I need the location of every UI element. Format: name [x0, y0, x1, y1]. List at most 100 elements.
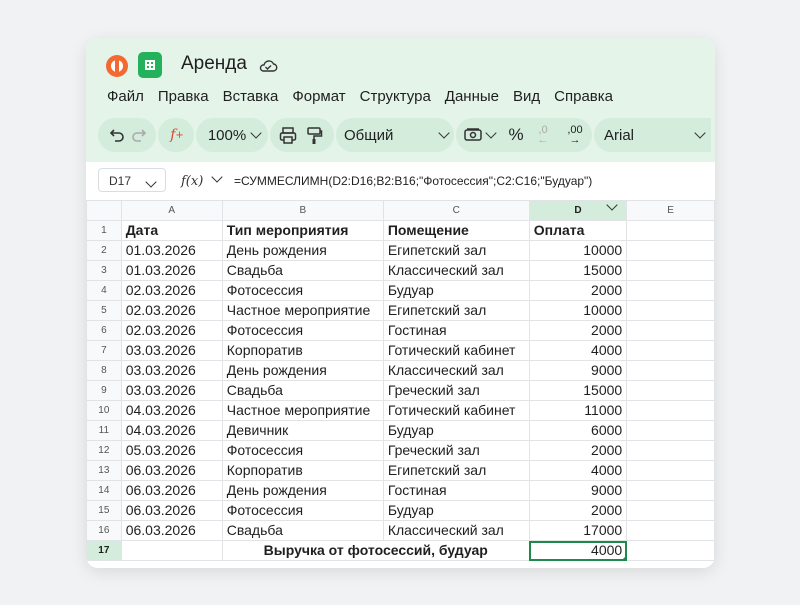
cell[interactable]: Фотосессия [221, 280, 384, 301]
column-header-c[interactable]: C [382, 200, 530, 221]
cell[interactable]: Свадьба [221, 380, 384, 401]
cell[interactable]: Египетский зал [382, 240, 530, 261]
cell[interactable]: 2000 [528, 280, 628, 301]
cell[interactable]: 05.03.2026 [120, 440, 223, 461]
row-header[interactable]: 14 [86, 480, 122, 501]
menu-insert[interactable]: Вставка [223, 88, 279, 105]
increase-decimal-button[interactable]: ,00 → [562, 118, 588, 152]
row-header[interactable]: 17 [86, 540, 122, 561]
cloud-saved-icon[interactable] [258, 58, 278, 74]
cell[interactable] [626, 260, 715, 281]
cell[interactable]: Фотосессия [221, 440, 384, 461]
row-header[interactable]: 9 [86, 380, 122, 401]
cell[interactable]: 06.03.2026 [120, 480, 223, 501]
cell[interactable]: 15000 [528, 380, 628, 401]
row-header[interactable]: 2 [86, 240, 122, 261]
menu-help[interactable]: Справка [554, 88, 613, 105]
row-header[interactable]: 6 [86, 320, 122, 341]
cell[interactable]: 2000 [528, 320, 628, 341]
cell[interactable]: Классический зал [382, 360, 530, 381]
cell[interactable]: 9000 [528, 480, 628, 501]
select-all-corner[interactable] [86, 200, 122, 221]
menu-edit[interactable]: Правка [158, 88, 209, 105]
cell[interactable]: 03.03.2026 [120, 380, 223, 401]
cell[interactable]: Египетский зал [382, 460, 530, 481]
cell[interactable]: Гостиная [382, 480, 530, 501]
row-header[interactable]: 10 [86, 400, 122, 421]
cell[interactable]: Фотосессия [221, 500, 384, 521]
cell[interactable]: Классический зал [382, 260, 530, 281]
cell[interactable]: Будуар [382, 280, 530, 301]
row-header[interactable]: 8 [86, 360, 122, 381]
fx-icon[interactable]: f(x) [181, 174, 203, 189]
formula-input[interactable]: =СУММЕСЛИМН(D2:D16;B2:B16;"Фотосессия";C… [234, 174, 592, 188]
cell[interactable]: Гостиная [382, 320, 530, 341]
app-logo-icon[interactable] [106, 55, 128, 77]
cell[interactable] [626, 440, 715, 461]
row-header[interactable]: 1 [86, 220, 122, 241]
row-header[interactable]: 13 [86, 460, 122, 481]
cell[interactable]: 10000 [528, 240, 628, 261]
cell[interactable]: 4000 [528, 340, 628, 361]
number-format-select[interactable]: Общий [344, 118, 450, 152]
cell[interactable]: Свадьба [221, 260, 384, 281]
cell[interactable]: День рождения [221, 360, 384, 381]
cell[interactable]: Будуар [382, 420, 530, 441]
row-header[interactable]: 3 [86, 260, 122, 281]
cell[interactable]: Помещение [382, 220, 530, 241]
cell[interactable] [626, 340, 715, 361]
cell[interactable]: Тип мероприятия [221, 220, 384, 241]
column-header-b[interactable]: B [221, 200, 384, 221]
row-header[interactable]: 5 [86, 300, 122, 321]
menu-file[interactable]: Файл [107, 88, 144, 105]
cell[interactable]: 06.03.2026 [120, 520, 223, 541]
cell[interactable]: 9000 [528, 360, 628, 381]
cell[interactable] [626, 380, 715, 401]
chevron-down-icon[interactable] [211, 171, 223, 183]
cell[interactable]: Готический кабинет [382, 400, 530, 421]
undo-icon[interactable] [106, 118, 126, 152]
cell[interactable]: 6000 [528, 420, 628, 441]
cell[interactable]: 2000 [528, 500, 628, 521]
cell[interactable]: 02.03.2026 [120, 320, 223, 341]
paint-format-icon[interactable] [304, 118, 324, 152]
cell[interactable]: Корпоратив [221, 340, 384, 361]
cell[interactable]: День рождения [221, 480, 384, 501]
document-title[interactable]: Аренда [181, 53, 247, 75]
cell[interactable] [626, 520, 715, 541]
cell[interactable]: 17000 [528, 520, 628, 541]
cell[interactable] [626, 480, 715, 501]
cell[interactable]: 4000 [528, 460, 628, 481]
cell[interactable] [626, 240, 715, 261]
cell[interactable] [626, 540, 715, 561]
cell[interactable] [626, 400, 715, 421]
cell[interactable]: Греческий зал [382, 380, 530, 401]
currency-icon[interactable] [462, 118, 484, 152]
cell[interactable]: Фотосессия [221, 320, 384, 341]
row-header[interactable]: 16 [86, 520, 122, 541]
cell[interactable]: 06.03.2026 [120, 460, 223, 481]
cell[interactable]: 10000 [528, 300, 628, 321]
cell[interactable] [626, 500, 715, 521]
cell[interactable]: 15000 [528, 260, 628, 281]
row-header[interactable]: 15 [86, 500, 122, 521]
row-header[interactable]: 11 [86, 420, 122, 441]
cell[interactable] [626, 300, 715, 321]
percent-button[interactable]: % [506, 118, 526, 152]
cell[interactable]: Частное мероприятие [221, 300, 384, 321]
cell[interactable]: Частное мероприятие [221, 400, 384, 421]
cell[interactable]: 01.03.2026 [120, 260, 223, 281]
cell[interactable] [626, 360, 715, 381]
fill-handle[interactable] [623, 557, 626, 560]
cell[interactable]: 02.03.2026 [120, 280, 223, 301]
cell[interactable]: Греческий зал [382, 440, 530, 461]
cell[interactable]: 03.03.2026 [120, 340, 223, 361]
zoom-select[interactable]: 100% [204, 118, 264, 152]
cell[interactable]: 04.03.2026 [120, 420, 223, 441]
column-header-d[interactable]: D [528, 200, 628, 221]
insert-function-icon[interactable]: f + [164, 118, 190, 152]
menu-format[interactable]: Формат [292, 88, 345, 105]
menu-data[interactable]: Данные [445, 88, 499, 105]
total-value-cell[interactable]: 4000 [528, 540, 628, 561]
menu-view[interactable]: Вид [513, 88, 540, 105]
